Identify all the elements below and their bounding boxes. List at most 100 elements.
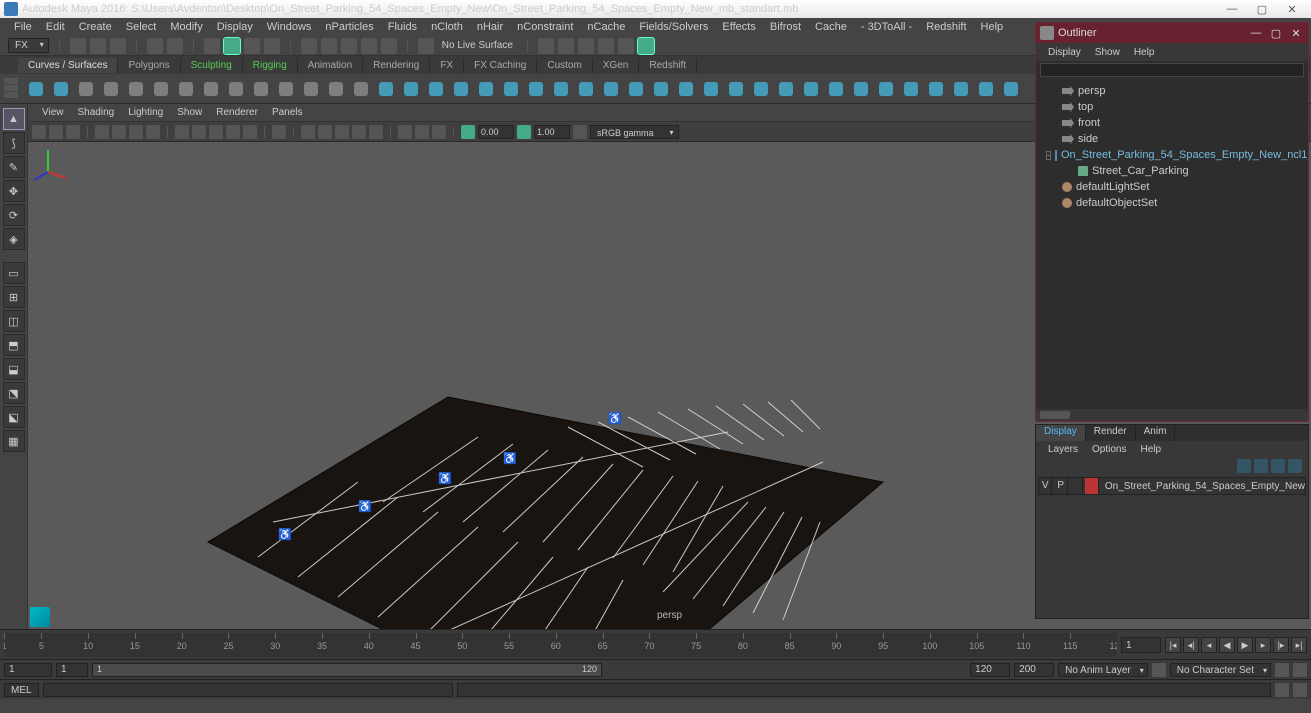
shelf-tab-redshift[interactable]: Redshift <box>639 58 697 73</box>
render-icon[interactable] <box>558 38 574 54</box>
minimize-button[interactable]: — <box>1221 3 1243 16</box>
snap-grid-icon[interactable] <box>301 38 317 54</box>
new-scene-icon[interactable] <box>70 38 86 54</box>
arc-icon[interactable] <box>150 78 172 100</box>
outliner-node-persp[interactable]: persp <box>1038 83 1306 99</box>
plane-icon[interactable] <box>500 78 522 100</box>
autokey-icon[interactable] <box>1275 663 1289 677</box>
camera-select-icon[interactable] <box>32 125 46 139</box>
trim-icon[interactable] <box>750 78 772 100</box>
smooth-shade-icon[interactable] <box>192 125 206 139</box>
insert-knot-icon[interactable] <box>275 78 297 100</box>
outliner-close[interactable]: ✕ <box>1288 27 1304 40</box>
move-tool[interactable]: ✥ <box>3 180 25 202</box>
step-back-button[interactable]: ◂ <box>1201 637 1217 653</box>
extend-icon[interactable] <box>300 78 322 100</box>
dof-icon[interactable] <box>398 125 412 139</box>
outliner-minimize[interactable]: — <box>1248 27 1264 40</box>
hypershade-icon[interactable] <box>618 38 634 54</box>
circle-icon[interactable] <box>25 78 47 100</box>
far-clip-field[interactable] <box>534 125 570 139</box>
menu-ncache[interactable]: nCache <box>581 19 631 35</box>
layer-playback-toggle[interactable]: P <box>1054 478 1067 494</box>
render-settings-icon[interactable] <box>598 38 614 54</box>
snap-live-icon[interactable] <box>381 38 397 54</box>
shelf-tab-rendering[interactable]: Rendering <box>363 58 430 73</box>
undo-icon[interactable] <box>147 38 163 54</box>
layout-two-stack[interactable]: ⬒ <box>3 334 25 356</box>
shelf-tab-custom[interactable]: Custom <box>537 58 592 73</box>
menu-dtoall[interactable]: - 3DToAll - <box>855 19 918 35</box>
shelf-tab-animation[interactable]: Animation <box>298 58 363 73</box>
cone-icon[interactable] <box>450 78 472 100</box>
layer-move-up-icon[interactable] <box>1237 459 1251 473</box>
shelf-tab-polygons[interactable]: Polygons <box>118 58 180 73</box>
layer-move-down-icon[interactable] <box>1254 459 1268 473</box>
near-clip-field[interactable] <box>478 125 514 139</box>
offset-icon[interactable] <box>325 78 347 100</box>
outliner-node-root[interactable]: -On_Street_Parking_54_Spaces_Empty_New_n… <box>1038 147 1306 163</box>
insert-iso-icon[interactable] <box>875 78 897 100</box>
menu-edit[interactable]: Edit <box>40 19 71 35</box>
redo-icon[interactable] <box>167 38 183 54</box>
shelf-tab-sculpting[interactable]: Sculpting <box>181 58 243 73</box>
planar-icon[interactable] <box>575 78 597 100</box>
open-close-surf-icon[interactable] <box>850 78 872 100</box>
revolve-icon[interactable] <box>525 78 547 100</box>
range-start-field[interactable] <box>4 663 52 677</box>
step-back-key-button[interactable]: ◂| <box>1183 637 1199 653</box>
bevel-icon[interactable] <box>700 78 722 100</box>
render-view-icon[interactable] <box>638 38 654 54</box>
textured-icon[interactable] <box>209 125 223 139</box>
layer-color-swatch[interactable] <box>1085 478 1098 494</box>
extrude-icon[interactable] <box>600 78 622 100</box>
time-slider[interactable]: 1510152025303540455055606570758085909510… <box>4 633 1117 657</box>
range-inner-end-field[interactable] <box>970 663 1010 677</box>
shelf-tab-fx[interactable]: FX <box>430 58 464 73</box>
attach-surf-icon[interactable] <box>800 78 822 100</box>
live-surface-icon[interactable] <box>418 38 434 54</box>
birail-icon[interactable] <box>625 78 647 100</box>
offset-surf-icon[interactable] <box>925 78 947 100</box>
detach-icon[interactable] <box>225 78 247 100</box>
menu-nhair[interactable]: nHair <box>471 19 509 35</box>
gate-mask-icon[interactable] <box>146 125 160 139</box>
layer-menu-layers[interactable]: Layers <box>1042 443 1084 456</box>
menu-bifrost[interactable]: Bifrost <box>764 19 807 35</box>
surface-edit-icon[interactable] <box>1000 78 1022 100</box>
untrim-icon[interactable] <box>775 78 797 100</box>
layer-row[interactable]: V P On_Street_Parking_54_Spaces_Empty_Ne… <box>1038 477 1306 495</box>
layer-tab-anim[interactable]: Anim <box>1136 425 1176 441</box>
cylinder-icon[interactable] <box>425 78 447 100</box>
square-surf-icon[interactable] <box>675 78 697 100</box>
layout-custom[interactable]: ▦ <box>3 430 25 452</box>
outliner-node-lightset[interactable]: defaultLightSet <box>1038 179 1306 195</box>
viewmenu-show[interactable]: Show <box>171 105 208 120</box>
viewmenu-panels[interactable]: Panels <box>266 105 309 120</box>
prefs-icon[interactable] <box>1293 663 1307 677</box>
ep-curve-icon[interactable] <box>75 78 97 100</box>
outliner-hscroll[interactable] <box>1036 409 1308 421</box>
square-icon[interactable] <box>50 78 72 100</box>
range-end-field[interactable] <box>1014 663 1054 677</box>
menu-select[interactable]: Select <box>120 19 163 35</box>
rebuild-surf-icon[interactable] <box>950 78 972 100</box>
help-line-icon[interactable] <box>1293 683 1307 697</box>
rotate-tool[interactable]: ⟳ <box>3 204 25 226</box>
menu-nparticles[interactable]: nParticles <box>319 19 379 35</box>
aa-icon[interactable] <box>369 125 383 139</box>
snap-point-icon[interactable] <box>341 38 357 54</box>
menu-windows[interactable]: Windows <box>261 19 318 35</box>
outliner-node-side[interactable]: side <box>1038 131 1306 147</box>
current-frame-field[interactable]: 1 <box>1121 637 1161 653</box>
close-button[interactable]: ✕ <box>1281 3 1303 16</box>
image-plane-icon[interactable] <box>66 125 80 139</box>
outliner-menu-help[interactable]: Help <box>1128 45 1161 60</box>
outliner-node-front[interactable]: front <box>1038 115 1306 131</box>
torus-icon[interactable] <box>475 78 497 100</box>
anim-layer-dropdown[interactable]: No Anim Layer <box>1058 663 1148 677</box>
script-lang-toggle[interactable]: MEL <box>4 683 39 697</box>
script-editor-icon[interactable] <box>1275 683 1289 697</box>
menu-file[interactable]: File <box>8 19 38 35</box>
module-dropdown[interactable]: FX <box>8 38 49 53</box>
